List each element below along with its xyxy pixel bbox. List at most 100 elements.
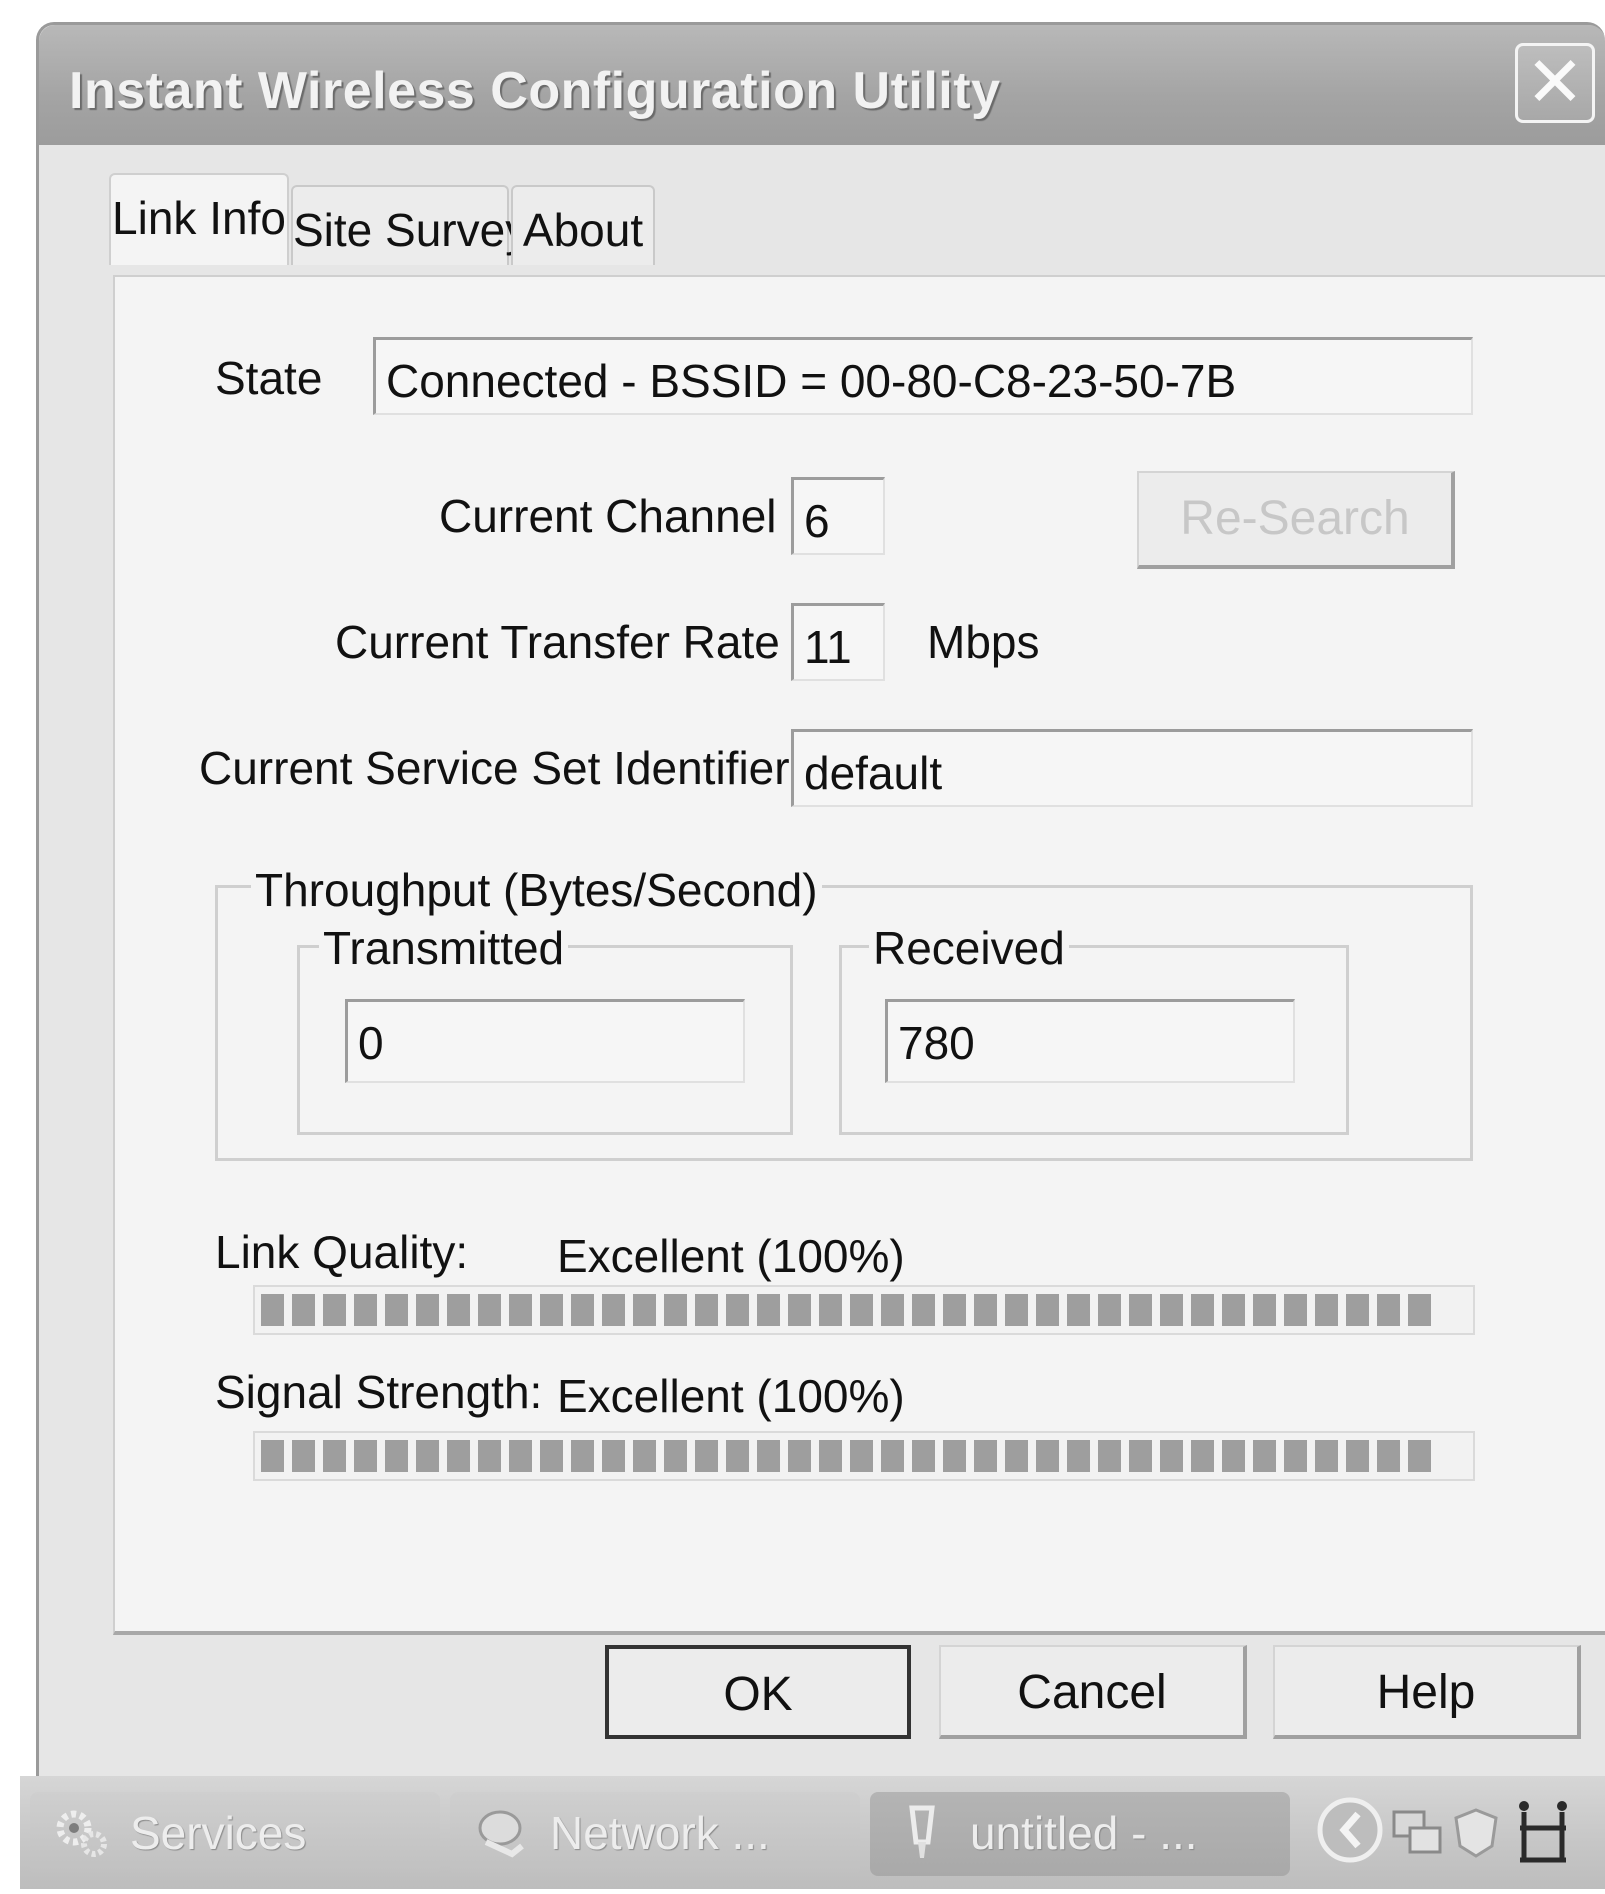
progress-segment (354, 1440, 377, 1472)
system-tray (1310, 1776, 1605, 1889)
progress-segment (726, 1294, 749, 1326)
signal-strength-bar (253, 1431, 1475, 1481)
progress-segment (726, 1440, 749, 1472)
progress-segment (1377, 1440, 1400, 1472)
wireless-utility-icon[interactable] (1519, 1801, 1567, 1863)
progress-segment (1036, 1294, 1059, 1326)
signal-strength-label: Signal Strength: (215, 1366, 543, 1418)
transfer-rate-label: Current Transfer Rate (335, 616, 780, 668)
network-icon (478, 1810, 524, 1858)
ok-button-label: OK (723, 1668, 793, 1721)
gears-icon (56, 1810, 107, 1857)
progress-segment (261, 1294, 284, 1326)
progress-segment (850, 1294, 873, 1326)
network-connection-icon[interactable] (1392, 1810, 1442, 1854)
state-field: Connected - BSSID = 00-80-C8-23-50-7B (373, 337, 1473, 415)
taskbar-item-services-label: Services (130, 1807, 307, 1859)
transmitted-field: 0 (345, 999, 745, 1083)
progress-segment (478, 1440, 501, 1472)
progress-segment (447, 1294, 470, 1326)
dialog-window: Instant Wireless Configuration Utility ✕… (36, 22, 1605, 1782)
progress-segment (695, 1440, 718, 1472)
progress-segment (912, 1294, 935, 1326)
close-icon: ✕ (1525, 41, 1585, 123)
progress-segment (478, 1294, 501, 1326)
progress-segment (1315, 1440, 1338, 1472)
progress-segment (943, 1294, 966, 1326)
shield-icon[interactable] (1454, 1808, 1498, 1858)
received-field: 780 (885, 999, 1295, 1083)
taskbar-item-untitled[interactable]: untitled - ... (870, 1792, 1290, 1876)
tab-site-survey-label: Site Survey (293, 204, 529, 256)
progress-segment (664, 1440, 687, 1472)
tab-site-survey[interactable]: Site Survey (291, 185, 528, 265)
transfer-rate-unit: Mbps (927, 616, 1040, 668)
taskbar-item-network[interactable]: Network ... (450, 1792, 860, 1876)
ok-button[interactable]: OK (605, 1645, 911, 1739)
progress-segment (602, 1440, 625, 1472)
progress-segment (1222, 1440, 1245, 1472)
progress-segment (757, 1294, 780, 1326)
tab-about[interactable]: About (511, 185, 655, 265)
ssid-field: default (791, 729, 1473, 807)
taskbar-item-untitled-label: untitled - ... (970, 1807, 1198, 1859)
transfer-rate-field: 11 (791, 603, 885, 681)
link-quality-value: Excellent (100%) (557, 1230, 905, 1282)
progress-segment (416, 1294, 439, 1326)
progress-segment (788, 1440, 811, 1472)
throughput-group-label: Throughput (Bytes/Second) (251, 863, 822, 917)
progress-segment (447, 1440, 470, 1472)
progress-segment (323, 1440, 346, 1472)
progress-segment (1005, 1294, 1028, 1326)
progress-segment (1129, 1440, 1152, 1472)
progress-segment (819, 1440, 842, 1472)
progress-segment (974, 1294, 997, 1326)
progress-segment (943, 1440, 966, 1472)
ssid-label: Current Service Set Identifier (199, 742, 790, 794)
taskbar-item-services[interactable]: Services (30, 1792, 440, 1876)
progress-segment (1067, 1440, 1090, 1472)
help-button[interactable]: Help (1273, 1645, 1581, 1739)
progress-segment (881, 1440, 904, 1472)
chevron-left-icon[interactable] (1317, 1797, 1383, 1863)
progress-segment (1377, 1294, 1400, 1326)
close-button[interactable]: ✕ (1515, 43, 1595, 123)
state-label: State (215, 352, 323, 404)
progress-segment (354, 1294, 377, 1326)
progress-segment (385, 1440, 408, 1472)
progress-segment (1098, 1440, 1121, 1472)
progress-segment (602, 1294, 625, 1326)
progress-segment (509, 1294, 532, 1326)
progress-segment (1284, 1440, 1307, 1472)
progress-segment (819, 1294, 842, 1326)
progress-segment (1067, 1294, 1090, 1326)
progress-segment (571, 1294, 594, 1326)
progress-segment (509, 1440, 532, 1472)
progress-segment (1160, 1440, 1183, 1472)
progress-segment (1191, 1294, 1214, 1326)
re-search-button[interactable]: Re-Search (1137, 471, 1455, 569)
progress-segment (757, 1440, 780, 1472)
taskbar: Services Network ... untitled - ... (20, 1776, 1605, 1889)
tab-link-info-label: Link Info (112, 192, 286, 244)
received-label: Received (869, 921, 1069, 975)
progress-segment (540, 1440, 563, 1472)
progress-segment (1408, 1440, 1431, 1472)
progress-segment (1408, 1294, 1431, 1326)
cancel-button-label: Cancel (1017, 1666, 1167, 1719)
signal-strength-value: Excellent (100%) (557, 1370, 905, 1422)
progress-segment (1222, 1294, 1245, 1326)
cancel-button[interactable]: Cancel (939, 1645, 1247, 1739)
progress-segment (633, 1440, 656, 1472)
transmitted-label: Transmitted (319, 921, 569, 975)
progress-segment (1005, 1440, 1028, 1472)
tab-link-info[interactable]: Link Info (109, 173, 289, 265)
progress-segment (633, 1294, 656, 1326)
progress-segment (540, 1294, 563, 1326)
progress-segment (261, 1440, 284, 1472)
progress-segment (1191, 1440, 1214, 1472)
progress-segment (912, 1440, 935, 1472)
progress-segment (695, 1294, 718, 1326)
title-bar[interactable]: Instant Wireless Configuration Utility ✕ (39, 25, 1605, 145)
progress-segment (1315, 1294, 1338, 1326)
